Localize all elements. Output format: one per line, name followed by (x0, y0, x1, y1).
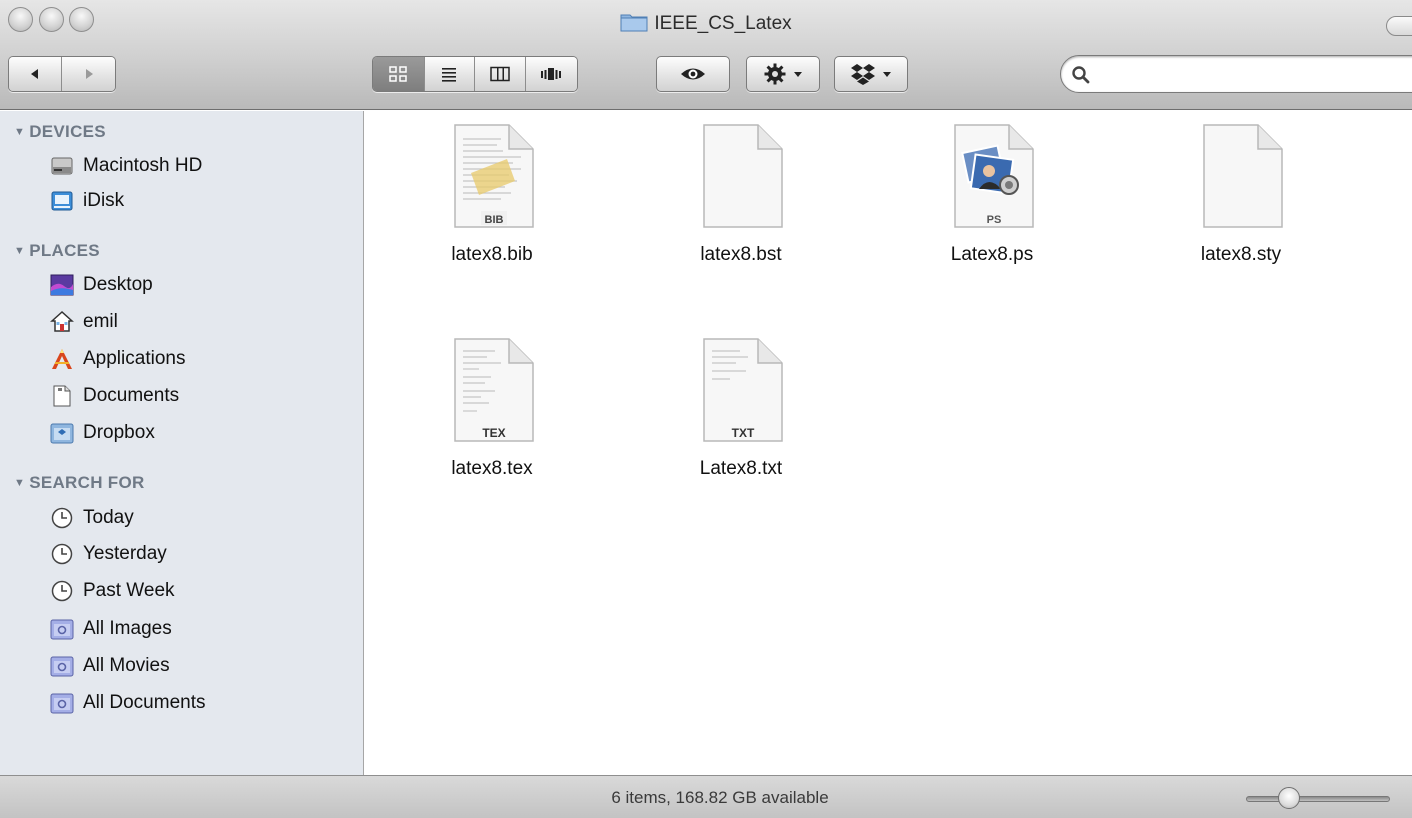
desktop-icon (50, 273, 74, 297)
coverflow-view-button[interactable] (525, 57, 577, 91)
disclosure-triangle-icon: ▼ (14, 245, 26, 257)
applications-icon (50, 347, 74, 371)
search-field[interactable] (1060, 55, 1412, 93)
eye-icon (681, 68, 705, 80)
search-input[interactable] (1097, 63, 1397, 85)
file-name: latex8.tex (451, 458, 533, 479)
disclosure-triangle-icon: ▼ (14, 477, 26, 489)
file-item[interactable]: latex8.bst (641, 111, 841, 281)
smart-folder-icon (50, 691, 74, 715)
sidebar-item-past-week[interactable]: Past Week (50, 576, 175, 606)
zoom-button[interactable] (69, 7, 94, 32)
icon-view-icon (389, 66, 407, 82)
blank-file-icon (1200, 123, 1284, 229)
documents-icon (50, 384, 74, 408)
gear-icon (764, 63, 786, 85)
tex-file-icon: TEX (451, 337, 535, 443)
file-name: Latex8.ps (950, 244, 1034, 265)
forward-button[interactable] (62, 57, 115, 91)
dropdown-arrow-icon (794, 72, 802, 77)
file-browser: BIB latex8.bib latex8.bst PS Latex8.ps l… (365, 111, 1412, 775)
file-name: latex8.bib (451, 244, 533, 265)
file-item[interactable]: BIB latex8.bib (392, 111, 592, 281)
sidebar-item-yesterday[interactable]: Yesterday (50, 539, 167, 569)
window-title: IEEE_CS_Latex (0, 12, 1412, 35)
folder-icon (620, 12, 648, 32)
sidebar-item-idisk[interactable]: iDisk (50, 186, 124, 216)
file-item[interactable]: PS Latex8.ps (892, 111, 1092, 281)
svg-text:TXT: TXT (732, 426, 755, 440)
sidebar-item-all-movies[interactable]: All Movies (50, 651, 170, 681)
status-bar: 6 items, 168.82 GB available (0, 775, 1412, 818)
blank-file-icon (700, 123, 784, 229)
sidebar-header-devices[interactable]: ▼ DEVICES (14, 122, 106, 144)
disclosure-triangle-icon: ▼ (14, 126, 26, 138)
file-item[interactable]: TXT Latex8.txt (641, 325, 841, 495)
sidebar-header-places[interactable]: ▼ PLACES (14, 241, 100, 263)
sidebar-header-search-for[interactable]: ▼ SEARCH FOR (14, 473, 145, 495)
smart-folder-icon (50, 654, 74, 678)
sidebar: ▼ DEVICES Macintosh HD iDisk ▼ PLACES Desk… (0, 111, 364, 775)
column-view-button[interactable] (475, 57, 526, 91)
quicklook-button[interactable] (656, 56, 730, 92)
file-name: Latex8.txt (699, 458, 783, 479)
dropbox-folder-icon (50, 421, 74, 445)
file-name: latex8.bst (700, 244, 782, 265)
sidebar-item-desktop[interactable]: Desktop (50, 270, 153, 300)
dropbox-menu-button[interactable] (834, 56, 908, 92)
file-item[interactable]: TEX latex8.tex (392, 325, 592, 495)
sidebar-item-documents[interactable]: Documents (50, 381, 179, 411)
close-button[interactable] (8, 7, 33, 32)
window-title-text: IEEE_CS_Latex (654, 13, 792, 34)
icon-view-button[interactable] (373, 57, 425, 91)
ps-file-icon: PS (951, 123, 1035, 229)
finder-window: IEEE_CS_Latex ▼ DEVICES Macintosh HD iDi… (0, 0, 1412, 818)
status-text: 6 items, 168.82 GB available (611, 788, 829, 807)
icon-size-slider[interactable] (1246, 796, 1390, 802)
bib-file-icon: BIB (451, 123, 535, 229)
dropbox-icon (851, 64, 875, 85)
file-name: latex8.sty (1200, 244, 1282, 265)
coverflow-view-icon (541, 68, 562, 80)
sidebar-item-today[interactable]: Today (50, 503, 134, 533)
home-icon (50, 310, 74, 334)
hard-drive-icon (50, 154, 74, 178)
nav-buttons (8, 56, 116, 92)
clock-icon (50, 579, 74, 603)
sidebar-item-all-documents[interactable]: All Documents (50, 688, 206, 718)
sidebar-item-emil[interactable]: emil (50, 307, 118, 337)
back-arrow-icon (31, 69, 38, 79)
action-menu-button[interactable] (746, 56, 820, 92)
svg-text:TEX: TEX (482, 426, 505, 440)
search-icon (1072, 66, 1090, 84)
list-view-button[interactable] (424, 57, 475, 91)
svg-text:PS: PS (987, 214, 1002, 226)
sidebar-item-macintosh-hd[interactable]: Macintosh HD (50, 151, 202, 181)
clock-icon (50, 542, 74, 566)
column-view-icon (490, 66, 510, 82)
txt-file-icon: TXT (700, 337, 784, 443)
clock-icon (50, 506, 74, 530)
toolbar-toggle-button[interactable] (1386, 16, 1412, 36)
view-mode-control (372, 56, 578, 92)
smart-folder-icon (50, 617, 74, 641)
back-button[interactable] (9, 57, 63, 91)
forward-arrow-icon (85, 69, 93, 79)
dropdown-arrow-icon (883, 72, 891, 77)
toolbar: IEEE_CS_Latex (0, 0, 1412, 110)
sidebar-item-applications[interactable]: Applications (50, 344, 185, 374)
minimize-button[interactable] (39, 7, 64, 32)
list-view-icon (442, 68, 457, 82)
sidebar-item-all-images[interactable]: All Images (50, 614, 172, 644)
file-item[interactable]: latex8.sty (1141, 111, 1341, 281)
svg-text:BIB: BIB (485, 214, 504, 226)
sidebar-item-dropbox[interactable]: Dropbox (50, 418, 155, 448)
idisk-icon (50, 189, 74, 213)
